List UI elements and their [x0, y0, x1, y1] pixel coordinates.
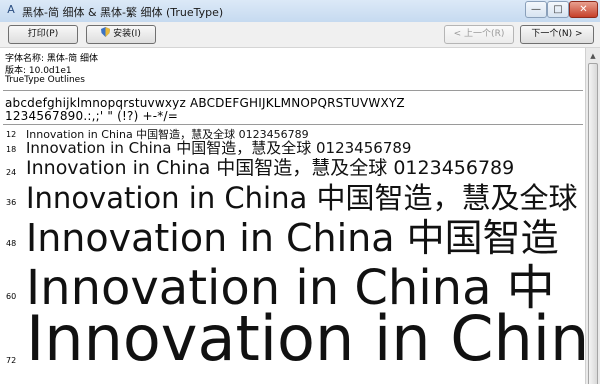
size-label: 12 [6, 130, 17, 139]
font-preview-area: 字体名称: 黑体-简 细体 版本: 10.0d1e1 TrueType Outl… [0, 48, 585, 384]
size-label: 60 [6, 292, 17, 301]
size-label: 36 [6, 198, 17, 207]
scroll-up-arrow-icon[interactable]: ▲ [588, 50, 598, 62]
print-button[interactable]: 打印(P) [8, 25, 78, 44]
font-viewer-window: A 黑体-简 细体 & 黑体-繁 细体 (TrueType) — □ ✕ 打印(… [0, 0, 600, 384]
font-outline-type: TrueType Outlines [5, 75, 85, 85]
scrollbar-thumb[interactable] [588, 63, 598, 384]
size-label: 24 [6, 168, 17, 177]
shield-icon [101, 27, 111, 37]
install-button[interactable]: 安装(I) [86, 25, 156, 44]
window-title: 黑体-简 细体 & 黑体-繁 细体 (TrueType) [22, 6, 224, 19]
sample-line: Innovation in Chin [26, 302, 585, 375]
install-button-label: 安装(I) [113, 29, 141, 39]
minimize-button[interactable]: — [525, 1, 547, 18]
next-button[interactable]: 下一个(N) > [520, 25, 594, 44]
font-viewer-icon: A [7, 3, 15, 16]
previous-button[interactable]: < 上一个(R) [444, 25, 514, 44]
toolbar: 打印(P) 安装(I) < 上一个(R) 下一个(N) > [0, 22, 600, 48]
size-label: 72 [6, 356, 17, 365]
title-bar: A 黑体-简 细体 & 黑体-繁 细体 (TrueType) — □ ✕ [0, 0, 600, 23]
charset-symbols: 1234567890.:,;' " (!?) +-*/= [5, 109, 178, 123]
divider [3, 90, 583, 91]
maximize-button[interactable]: □ [547, 1, 569, 18]
size-label: 18 [6, 145, 17, 154]
divider [3, 124, 583, 125]
close-button[interactable]: ✕ [569, 1, 598, 18]
size-label: 48 [6, 239, 17, 248]
charset-letters: abcdefghijklmnopqrstuvwxyz ABCDEFGHIJKLM… [5, 96, 405, 110]
vertical-scrollbar[interactable]: ▲ [585, 48, 600, 384]
